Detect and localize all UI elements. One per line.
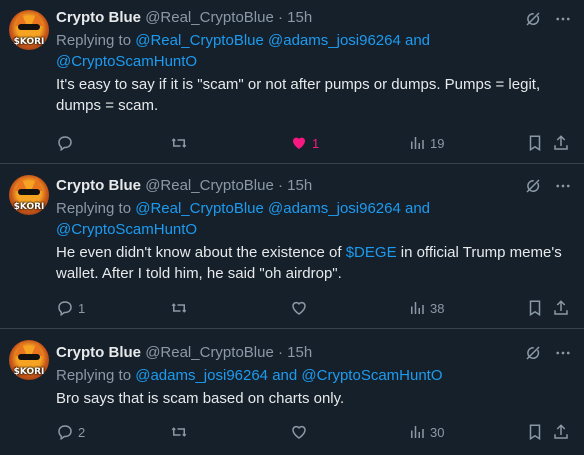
share-icon: [552, 134, 570, 152]
timestamp[interactable]: 15h: [287, 344, 312, 361]
avatar[interactable]: $KORI: [9, 10, 49, 50]
replying-to: Replying to @Real_CryptoBlue @adams_josi…: [56, 198, 574, 240]
like-button[interactable]: [290, 422, 312, 442]
tweet-text: Bro says that is scam based on charts on…: [56, 388, 574, 409]
reply-button[interactable]: 1: [56, 298, 85, 318]
timestamp[interactable]: 15h: [287, 9, 312, 26]
replying-to: Replying to @Real_CryptoBlue @adams_josi…: [56, 30, 574, 72]
like-button[interactable]: [290, 298, 312, 318]
bookmark-icon: [526, 299, 544, 317]
more-icon[interactable]: [554, 344, 572, 362]
views-icon: [408, 134, 426, 152]
grok-icon[interactable]: [524, 344, 542, 362]
display-name[interactable]: Crypto Blue: [56, 9, 141, 26]
separator-dot: ·: [277, 9, 283, 26]
cashtag-link[interactable]: $DEGE: [346, 244, 397, 261]
like-button[interactable]: 1: [290, 133, 319, 153]
share-button[interactable]: [552, 298, 570, 318]
retweet-icon: [169, 134, 189, 152]
separator-dot: ·: [277, 344, 283, 361]
mention-link[interactable]: @adams_josi96264: [268, 200, 401, 217]
tweet[interactable]: $KORI Crypto Blue @Real_CryptoBlue · 15h…: [0, 330, 584, 455]
views-count: 30: [430, 424, 445, 440]
tweet-header: Crypto Blue @Real_CryptoBlue · 15h: [56, 343, 574, 363]
retweet-button[interactable]: [169, 298, 193, 318]
bookmark-button[interactable]: [526, 298, 544, 318]
retweet-icon: [169, 299, 189, 317]
reply-icon: [56, 423, 74, 441]
mention-link[interactable]: @Real_CryptoBlue: [135, 32, 264, 49]
replying-prefix: Replying to: [56, 200, 132, 217]
user-handle[interactable]: @Real_CryptoBlue: [145, 344, 274, 361]
user-handle[interactable]: @Real_CryptoBlue: [145, 9, 274, 26]
share-button[interactable]: [552, 133, 570, 153]
avatar-brand-text: $KORI: [13, 202, 45, 212]
views-button[interactable]: 30: [408, 422, 444, 442]
like-icon: [290, 423, 308, 441]
tweet-text: He even didn't know about the existence …: [56, 242, 574, 284]
share-icon: [552, 423, 570, 441]
replying-to: Replying to @adams_josi96264 and @Crypto…: [56, 365, 574, 386]
tweet-header: Crypto Blue @Real_CryptoBlue · 15h: [56, 8, 574, 28]
bookmark-icon: [526, 423, 544, 441]
reply-button[interactable]: 2: [56, 422, 85, 442]
mention-link[interactable]: @CryptoScamHuntO: [56, 221, 197, 238]
tweet-text-part: It's easy to say if it is "scam" or not …: [56, 76, 541, 114]
retweet-icon: [169, 423, 189, 441]
tweet[interactable]: $KORI Crypto Blue @Real_CryptoBlue · 15h…: [0, 0, 584, 164]
tweet-header: Crypto Blue @Real_CryptoBlue · 15h: [56, 176, 574, 196]
reply-icon: [56, 134, 74, 152]
replying-join: and: [405, 200, 431, 217]
avatar-brand-text: $KORI: [13, 37, 45, 47]
bookmark-icon: [526, 134, 544, 152]
reply-icon: [56, 299, 74, 317]
mention-link[interactable]: @adams_josi96264: [268, 32, 401, 49]
avatar[interactable]: $KORI: [9, 175, 49, 215]
retweet-button[interactable]: [169, 422, 193, 442]
views-icon: [408, 423, 426, 441]
grok-icon[interactable]: [524, 177, 542, 195]
grok-icon[interactable]: [524, 10, 542, 28]
tweet-text: It's easy to say if it is "scam" or not …: [56, 74, 574, 116]
views-count: 38: [430, 300, 445, 316]
share-button[interactable]: [552, 422, 570, 442]
like-icon: [290, 134, 308, 152]
views-button[interactable]: 38: [408, 298, 444, 318]
tweet-text-part: He even didn't know about the existence …: [56, 244, 346, 261]
mention-link[interactable]: @Real_CryptoBlue: [135, 200, 264, 217]
timestamp[interactable]: 15h: [287, 177, 312, 194]
more-icon[interactable]: [554, 10, 572, 28]
replying-join: and: [272, 367, 298, 384]
reply-button[interactable]: [56, 133, 78, 153]
reply-count: 1: [78, 300, 86, 316]
views-button[interactable]: 19: [408, 133, 444, 153]
display-name[interactable]: Crypto Blue: [56, 177, 141, 194]
replying-prefix: Replying to: [56, 32, 132, 49]
separator-dot: ·: [277, 177, 283, 194]
tweet[interactable]: $KORI Crypto Blue @Real_CryptoBlue · 15h…: [0, 165, 584, 329]
replying-join: and: [405, 32, 431, 49]
tweet-text-part: Bro says that is scam based on charts on…: [56, 390, 345, 407]
bookmark-button[interactable]: [526, 133, 544, 153]
mention-link[interactable]: @adams_josi96264: [135, 367, 268, 384]
more-icon[interactable]: [554, 177, 572, 195]
replying-prefix: Replying to: [56, 367, 132, 384]
reply-count: 2: [78, 424, 86, 440]
retweet-button[interactable]: [169, 133, 193, 153]
avatar-brand-text: $KORI: [13, 367, 45, 377]
avatar[interactable]: $KORI: [9, 340, 49, 380]
share-icon: [552, 299, 570, 317]
like-icon: [290, 299, 308, 317]
display-name[interactable]: Crypto Blue: [56, 344, 141, 361]
like-count: 1: [312, 135, 320, 151]
views-count: 19: [430, 135, 445, 151]
mention-link[interactable]: @CryptoScamHuntO: [301, 367, 442, 384]
views-icon: [408, 299, 426, 317]
bookmark-button[interactable]: [526, 422, 544, 442]
mention-link[interactable]: @CryptoScamHuntO: [56, 53, 197, 70]
user-handle[interactable]: @Real_CryptoBlue: [145, 177, 274, 194]
